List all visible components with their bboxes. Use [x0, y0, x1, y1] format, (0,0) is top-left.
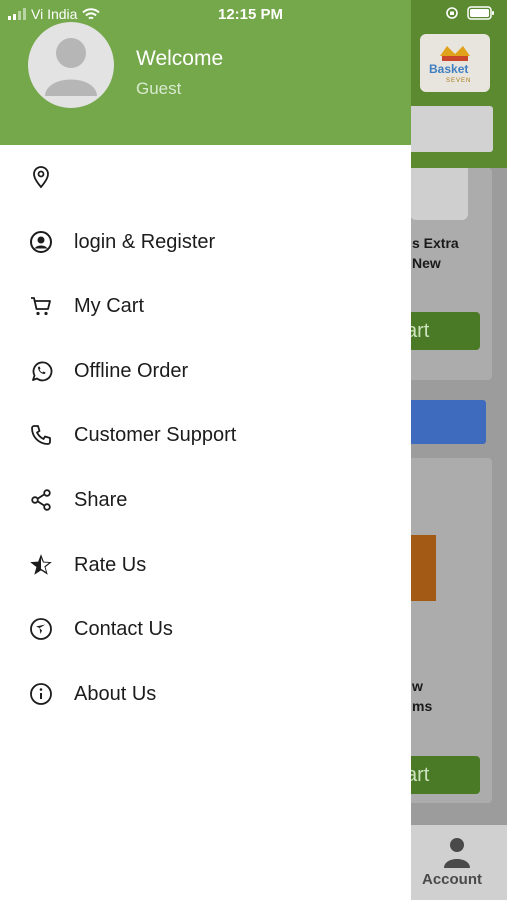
add-to-cart-button[interactable]: art [400, 756, 480, 794]
avatar[interactable] [28, 22, 114, 108]
menu-item-customer-support[interactable]: Customer Support [0, 403, 411, 467]
menu-item-label: My Cart [74, 294, 144, 317]
share-icon [28, 487, 54, 513]
menu-item-label: Customer Support [74, 423, 237, 446]
nav-account-label[interactable]: Account [422, 871, 482, 888]
location-pin-icon [28, 164, 54, 190]
product-name: s Extra New [412, 235, 459, 271]
status-bar: Vi India 12:15 PM [0, 0, 507, 30]
product-image [410, 168, 468, 220]
signal-icon [8, 8, 26, 20]
phone-icon [28, 422, 54, 448]
cart-icon [28, 293, 54, 319]
search-input[interactable] [400, 106, 493, 152]
menu-item-label: login & Register [74, 230, 216, 253]
carrier-name: Vi India [31, 6, 78, 22]
product-card[interactable] [400, 458, 492, 803]
user-circle-icon [28, 229, 54, 255]
menu-item-share[interactable]: Share [0, 468, 411, 532]
add-to-cart-button[interactable]: art [400, 312, 480, 350]
menu-item-rate-us[interactable]: Rate Us [0, 533, 411, 597]
menu-item-offline-order[interactable]: Offline Order [0, 339, 411, 403]
status-right [445, 6, 495, 20]
product-name: w ms [412, 678, 433, 714]
whatsapp-icon [28, 358, 54, 384]
bottom-nav [411, 825, 507, 900]
menu-item-label: About Us [74, 682, 157, 705]
carrier: Vi India [8, 6, 101, 22]
menu-item-label: Rate Us [74, 553, 147, 576]
wifi-icon [82, 7, 101, 19]
star-icon [28, 552, 54, 578]
menu-item-label: Offline Order [74, 359, 189, 382]
battery-icon [467, 6, 494, 20]
menu-item-label: Contact Us [74, 617, 173, 640]
logo-text: Basket [429, 62, 469, 76]
navigation-icon [28, 616, 54, 642]
info-icon [28, 681, 54, 707]
side-drawer: Welcome Guest login & Register My Cart O… [0, 0, 411, 900]
menu-item-location[interactable] [0, 145, 411, 209]
account-icon[interactable] [442, 836, 472, 870]
menu-item-contact-us[interactable]: Contact Us [0, 597, 411, 661]
clock: 12:15 PM [218, 6, 284, 23]
menu-item-label: Share [74, 488, 128, 511]
logo-subtext: SEVEN [446, 78, 472, 84]
user-name: Guest [136, 79, 182, 98]
rotation-lock-icon [446, 7, 458, 19]
welcome-title: Welcome [136, 47, 224, 70]
banner[interactable] [400, 400, 486, 444]
menu-item-about-us[interactable]: About Us [0, 662, 411, 726]
product-image [408, 535, 436, 601]
menu-item-my-cart[interactable]: My Cart [0, 274, 411, 338]
menu-item-login-register[interactable]: login & Register [0, 210, 411, 274]
